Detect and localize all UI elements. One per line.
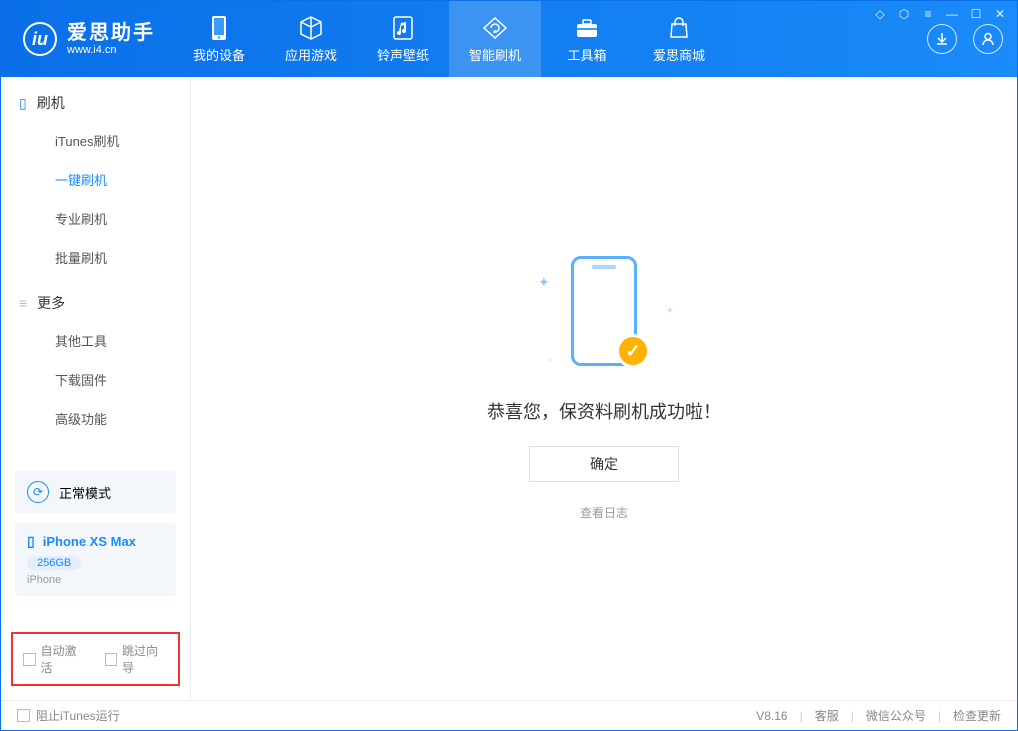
device-type: iPhone: [27, 574, 164, 586]
footer-link-support[interactable]: 客服: [815, 707, 839, 724]
checkbox-icon: [105, 653, 118, 666]
menu-icon[interactable]: ≡: [921, 7, 935, 21]
highlighted-options: 自动激活 跳过向导: [11, 632, 180, 686]
body: ▯ 刷机 iTunes刷机 一键刷机 专业刷机 批量刷机 ≡ 更多 其他工具 下…: [1, 77, 1017, 700]
download-button[interactable]: [927, 24, 957, 54]
app-title: 爱思助手: [67, 22, 155, 44]
main-content: ✦ ✦ ✦ ✓ 恭喜您，保资料刷机成功啦！ 确定 查看日志: [191, 77, 1017, 700]
theme-icon[interactable]: ◇: [873, 7, 887, 21]
checkbox-icon: [23, 653, 36, 666]
phone-icon: [206, 15, 232, 41]
tab-toolbox[interactable]: 工具箱: [541, 1, 633, 77]
toolbox-icon: [574, 15, 600, 41]
tab-label: 智能刷机: [469, 45, 521, 64]
success-message: 恭喜您，保资料刷机成功啦！: [487, 398, 721, 424]
skin-icon[interactable]: ⬡: [897, 7, 911, 21]
separator: |: [851, 709, 854, 723]
cube-icon: [298, 15, 324, 41]
sidebar: ▯ 刷机 iTunes刷机 一键刷机 专业刷机 批量刷机 ≡ 更多 其他工具 下…: [1, 77, 191, 700]
checkbox-block-itunes[interactable]: 阻止iTunes运行: [17, 707, 120, 724]
ok-button[interactable]: 确定: [529, 446, 679, 482]
footer-link-wechat[interactable]: 微信公众号: [866, 707, 926, 724]
tab-label: 铃声壁纸: [377, 45, 429, 64]
phone-small-icon: ▯: [19, 95, 27, 112]
opt-label: 自动激活: [41, 642, 87, 676]
device-phone-icon: ▯: [27, 533, 35, 550]
sidebar-section-more: ≡ 更多: [1, 277, 190, 321]
tab-ringtones[interactable]: 铃声壁纸: [357, 1, 449, 77]
device-box[interactable]: ▯ iPhone XS Max 256GB iPhone: [15, 523, 176, 596]
top-tabs: 我的设备 应用游戏 铃声壁纸 智能刷机 工具箱 爱思商城: [173, 1, 725, 77]
opt-label: 跳过向导: [122, 642, 168, 676]
device-name: iPhone XS Max: [43, 534, 136, 549]
checkbox-auto-activate[interactable]: 自动激活: [23, 642, 87, 676]
list-icon: ≡: [19, 295, 27, 311]
sidebar-item-itunes[interactable]: iTunes刷机: [1, 121, 190, 160]
success-illustration: ✦ ✦ ✦ ✓: [534, 256, 674, 376]
sidebar-item-pro[interactable]: 专业刷机: [1, 199, 190, 238]
logo: iu 爱思助手 www.i4.cn: [1, 1, 173, 77]
sidebar-section-flash: ▯ 刷机: [1, 77, 190, 121]
user-button[interactable]: [973, 24, 1003, 54]
view-log-link[interactable]: 查看日志: [580, 504, 628, 521]
titlebar-controls: ◇ ⬡ ≡ — ☐ ✕: [873, 7, 1007, 21]
logo-icon: iu: [23, 22, 57, 56]
sparkle-icon: ✦: [666, 306, 674, 317]
section-title: 更多: [37, 293, 65, 313]
tab-flash[interactable]: 智能刷机: [449, 1, 541, 77]
refresh-icon: [482, 15, 508, 41]
bag-icon: [666, 15, 692, 41]
close-button[interactable]: ✕: [993, 7, 1007, 21]
header: iu 爱思助手 www.i4.cn 我的设备 应用游戏 铃声壁纸 智能刷机: [1, 1, 1017, 77]
sidebar-item-batch[interactable]: 批量刷机: [1, 238, 190, 277]
mode-label: 正常模式: [59, 483, 111, 502]
sparkle-icon: ✦: [546, 355, 554, 366]
minimize-button[interactable]: —: [945, 7, 959, 21]
footer-link-update[interactable]: 检查更新: [953, 707, 1001, 724]
maximize-button[interactable]: ☐: [969, 7, 983, 21]
tab-store[interactable]: 爱思商城: [633, 1, 725, 77]
tab-label: 应用游戏: [285, 45, 337, 64]
mode-icon: ⟳: [27, 481, 49, 503]
tab-label: 工具箱: [567, 45, 606, 64]
tab-label: 爱思商城: [653, 45, 705, 64]
sidebar-item-advanced[interactable]: 高级功能: [1, 399, 190, 438]
sidebar-item-firmware[interactable]: 下载固件: [1, 360, 190, 399]
sparkle-icon: ✦: [538, 274, 550, 291]
check-icon: ✓: [616, 334, 650, 368]
device-storage: 256GB: [27, 556, 81, 570]
sidebar-item-other[interactable]: 其他工具: [1, 321, 190, 360]
section-title: 刷机: [37, 93, 65, 113]
footer: 阻止iTunes运行 V8.16 | 客服 | 微信公众号 | 检查更新: [1, 700, 1017, 730]
separator: |: [800, 709, 803, 723]
checkbox-icon: [17, 709, 30, 722]
app-url: www.i4.cn: [67, 44, 155, 56]
music-icon: [390, 15, 416, 41]
mode-box[interactable]: ⟳ 正常模式: [15, 471, 176, 513]
version-label: V8.16: [756, 709, 787, 723]
checkbox-skip-wizard[interactable]: 跳过向导: [105, 642, 169, 676]
block-itunes-label: 阻止iTunes运行: [36, 707, 120, 724]
sidebar-item-oneclick[interactable]: 一键刷机: [1, 160, 190, 199]
tab-device[interactable]: 我的设备: [173, 1, 265, 77]
separator: |: [938, 709, 941, 723]
tab-label: 我的设备: [193, 45, 245, 64]
tab-apps[interactable]: 应用游戏: [265, 1, 357, 77]
app-window: ◇ ⬡ ≡ — ☐ ✕ iu 爱思助手 www.i4.cn 我的设备 应用游戏: [0, 0, 1018, 731]
